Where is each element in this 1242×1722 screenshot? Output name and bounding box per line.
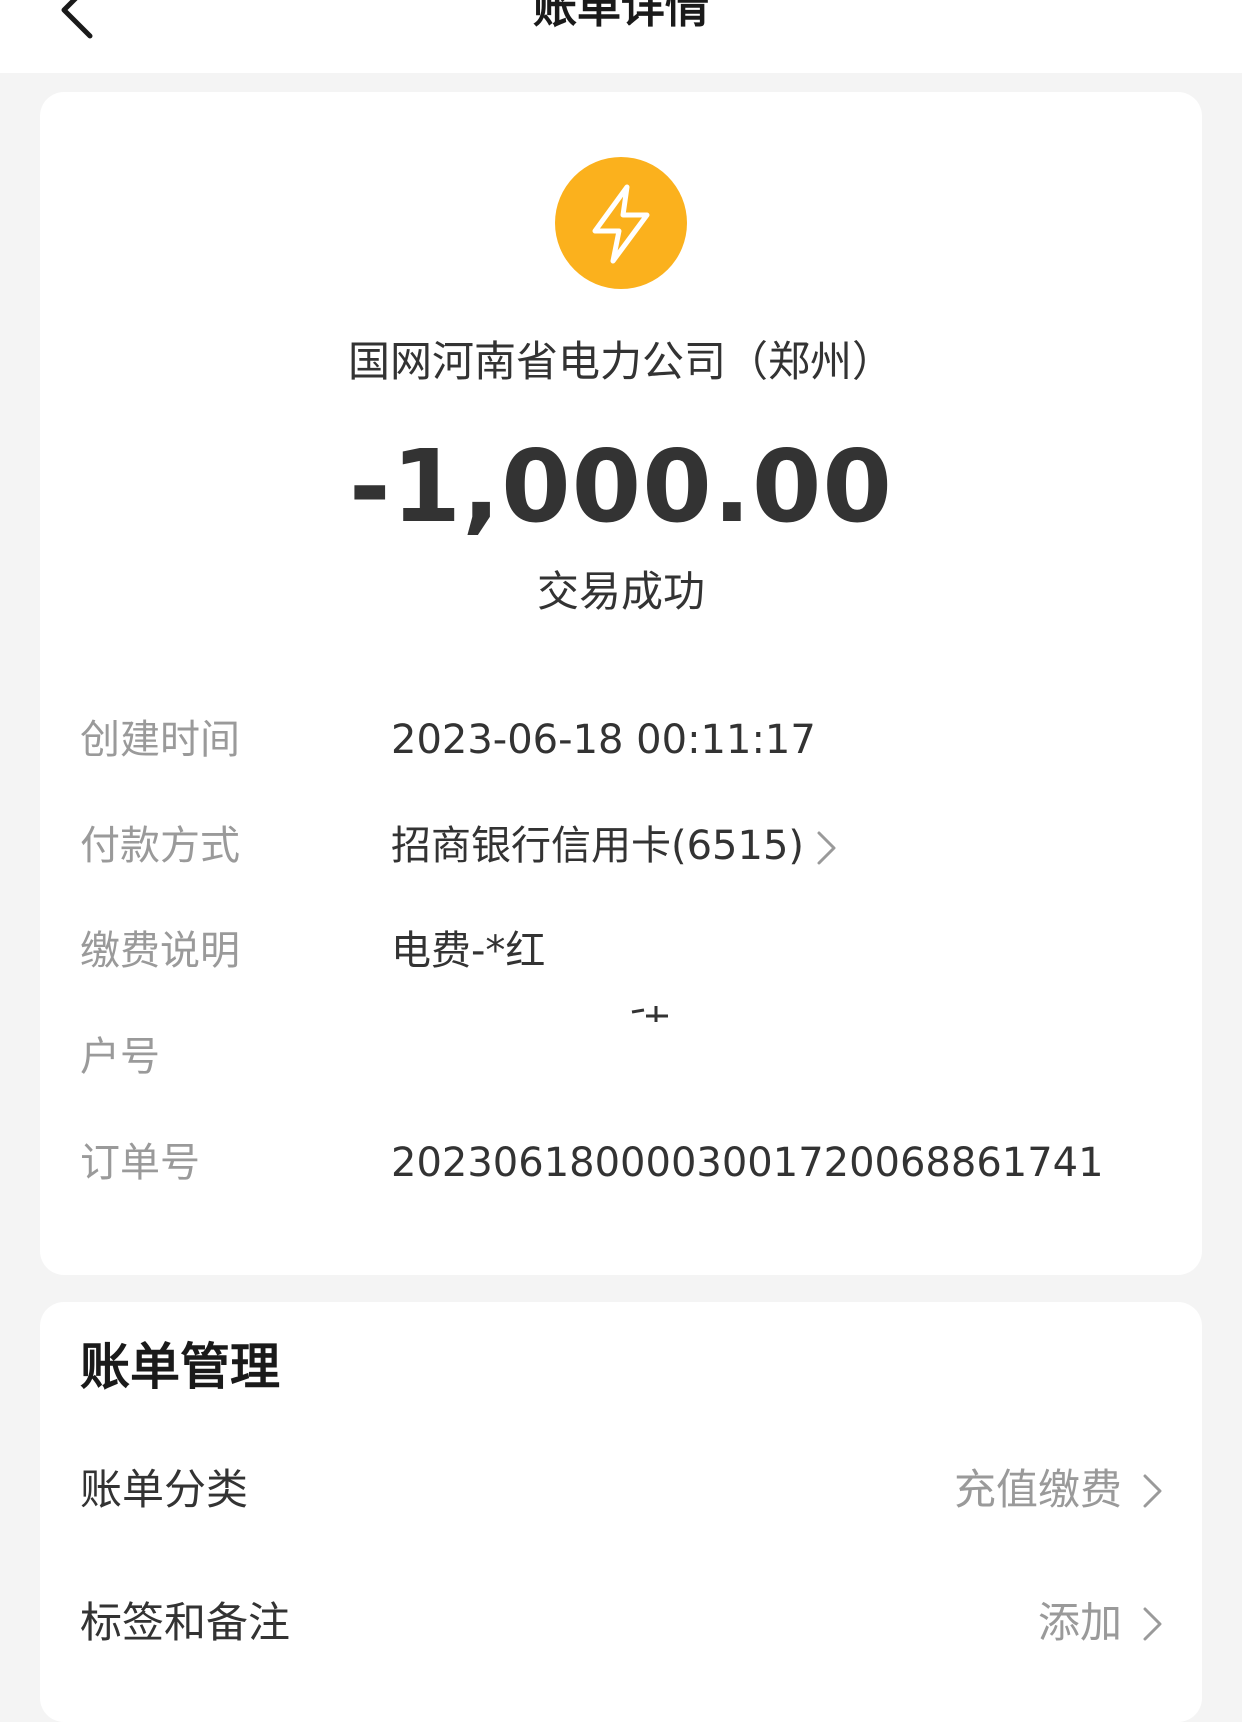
section-title: 账单管理 <box>80 1338 280 1396</box>
merchant-name: 国网河南省电力公司（郑州） <box>347 337 894 386</box>
detail-row-payment-method[interactable]: 付款方式 招商银行信用卡(6515) <box>40 816 1202 876</box>
detail-label: 付款方式 <box>80 823 240 869</box>
bill-summary-card: 国网河南省电力公司（郑州） -1,000.00 交易成功 创建时间 2023-0… <box>40 92 1202 1275</box>
detail-value: 2023-06-18 00:11:17 <box>391 717 816 763</box>
detail-row-account-number: 户号 <box>40 1027 1202 1087</box>
transaction-amount: -1,000.00 <box>349 428 893 545</box>
detail-label: 创建时间 <box>80 717 240 763</box>
tags-and-notes-row[interactable]: 标签和备注 添加 <box>40 1588 1202 1658</box>
detail-value: 招商银行信用卡(6515) <box>391 823 805 869</box>
transaction-status: 交易成功 <box>536 567 705 616</box>
bill-management-card: 账单管理 账单分类 充值缴费 标签和备注 添加 <box>40 1302 1202 1722</box>
chevron-right-icon <box>817 831 836 865</box>
detail-value: 电费-*红 <box>391 928 546 974</box>
masked-text-fragment <box>628 982 670 1022</box>
bill-category-row[interactable]: 账单分类 充值缴费 <box>40 1455 1202 1525</box>
detail-label: 缴费说明 <box>80 928 240 974</box>
detail-label: 户号 <box>80 1034 160 1080</box>
page-title: 账单详情 <box>533 0 709 33</box>
detail-row-payment-note: 缴费说明 电费-*红 <box>40 921 1202 981</box>
detail-row-created-time: 创建时间 2023-06-18 00:11:17 <box>40 710 1202 770</box>
manage-value: 充值缴费 <box>953 1465 1122 1514</box>
nav-bar: 账单详情 <box>0 0 1242 73</box>
detail-row-order-number: 订单号 2023061800003001720068861741 <box>40 1133 1202 1193</box>
chevron-right-icon <box>1143 1607 1162 1641</box>
manage-label: 标签和备注 <box>80 1598 291 1647</box>
payment-method-link[interactable]: 招商银行信用卡(6515) <box>391 816 838 876</box>
lightning-bolt-icon <box>592 184 650 264</box>
detail-value: 2023061800003001720068861741 <box>391 1140 1104 1186</box>
merchant-logo <box>555 157 687 289</box>
detail-label: 订单号 <box>80 1140 200 1186</box>
chevron-right-icon <box>1143 1474 1162 1508</box>
manage-label: 账单分类 <box>80 1465 249 1514</box>
manage-value: 添加 <box>1037 1598 1122 1647</box>
